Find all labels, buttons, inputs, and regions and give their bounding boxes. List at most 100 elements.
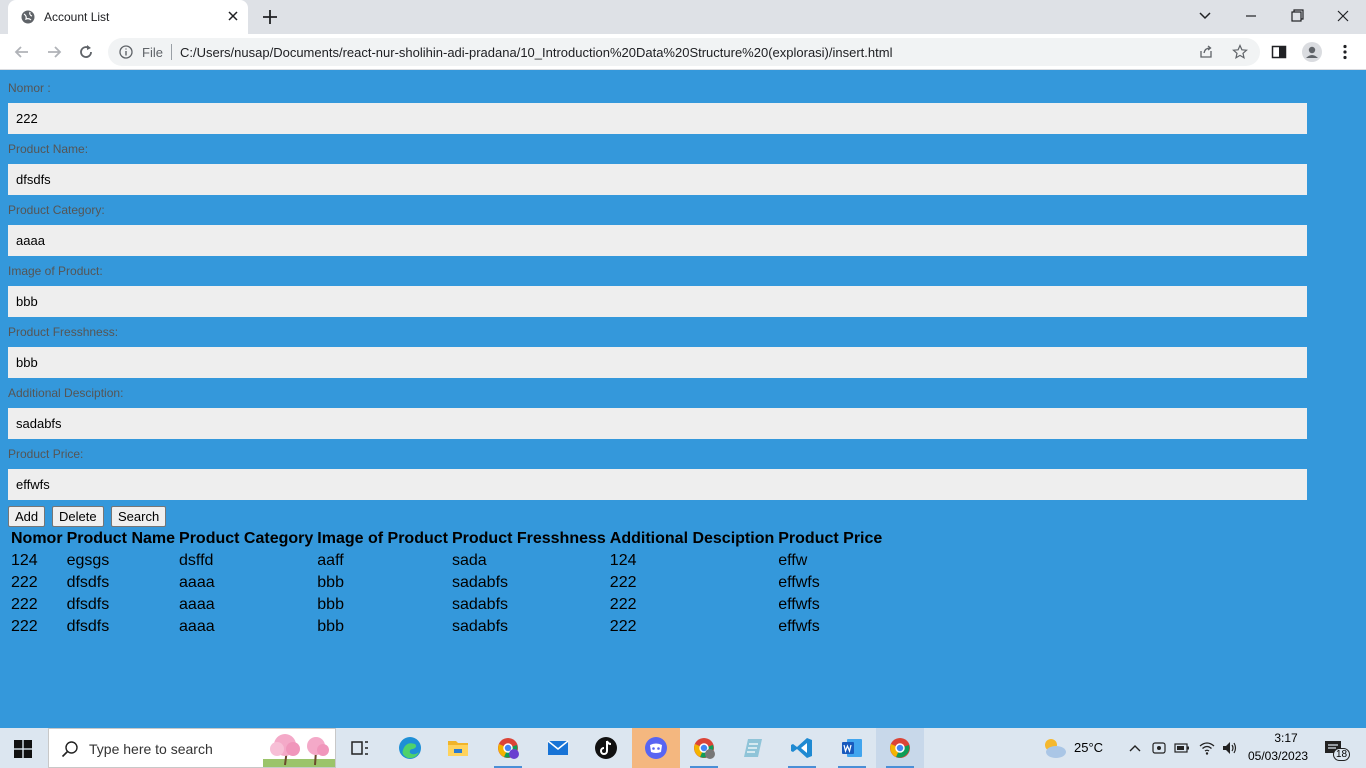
search-button[interactable]: Search [111,506,167,527]
notepad-button[interactable] [730,728,778,768]
edge-button[interactable] [386,728,434,768]
table-cell: 222 [609,618,637,635]
column-header: Product Name [66,530,176,547]
table-cell: effwfs [778,596,820,613]
side-panel-icon[interactable] [1270,43,1288,61]
search-icon [61,741,78,758]
column-header: Product Fresshness [451,530,606,547]
info-icon[interactable] [119,45,133,59]
table-cell: aaaa [179,574,215,591]
clock-time[interactable]: 3:17 [1266,731,1306,745]
discord-icon [645,737,667,759]
chrome-profile-icon [498,738,519,759]
tab-strip: Account List [0,0,1366,34]
forward-icon[interactable] [45,43,63,61]
weather-temperature[interactable]: 25°C [1074,740,1103,755]
product-freshness-input[interactable] [8,347,1307,378]
file-explorer-icon [448,741,468,756]
table-cell: bbb [317,596,344,613]
address-bar[interactable]: File C:/Users/nusap/Documents/react-nur-… [108,38,1260,66]
notification-count-badge: 18 [1333,748,1351,761]
taskbar-search-box[interactable]: Type here to search [48,728,336,768]
back-icon[interactable] [13,43,31,61]
product-category-input[interactable] [8,225,1307,256]
chrome-button[interactable] [876,728,924,768]
windows-start-icon[interactable] [14,740,32,758]
additional-description-input[interactable] [8,408,1307,439]
separator [171,44,172,60]
new-tab-icon[interactable] [261,8,279,26]
url-text[interactable]: C:/Users/nusap/Documents/react-nur-sholi… [180,45,892,60]
cherry-blossom-icon [263,734,335,767]
close-tab-icon[interactable] [225,8,241,24]
delete-button[interactable]: Delete [52,506,104,527]
menu-kebab-icon[interactable] [1336,43,1354,61]
battery-icon[interactable] [1174,740,1190,756]
table-cell: bbb [317,618,344,635]
profile-avatar-icon[interactable] [1302,42,1322,62]
bookmark-star-icon[interactable] [1232,44,1248,60]
volume-icon[interactable] [1221,740,1237,756]
clock-date[interactable]: 05/03/2023 [1248,749,1308,763]
tiktok-icon [595,737,617,759]
vscode-button[interactable] [778,728,826,768]
discord-button[interactable] [632,728,680,768]
table-cell: sadabfs [451,574,509,591]
file-label: File [142,45,163,60]
table-cell: dfsdfs [66,618,110,635]
restore-icon[interactable] [1285,6,1309,26]
weather-cloud-icon[interactable] [1040,736,1068,760]
tab-search-chevron-icon[interactable] [1193,6,1217,26]
table-cell: aaaa [179,618,215,635]
wifi-icon[interactable] [1199,740,1215,756]
add-button[interactable]: Add [8,506,46,527]
product-price-input[interactable] [8,469,1307,500]
chevron-up-icon[interactable] [1127,740,1143,756]
file-explorer-button[interactable] [434,728,482,768]
product-name-label: Product Name: [8,142,89,156]
browser-toolbar: File C:/Users/nusap/Documents/react-nur-… [0,34,1366,70]
column-header: Nomor [11,530,63,547]
minimize-icon[interactable] [1239,6,1263,26]
chrome-profile-2-button[interactable] [680,728,728,768]
mail-button[interactable] [534,728,582,768]
share-icon[interactable] [1198,44,1214,60]
reload-icon[interactable] [77,43,95,61]
task-view-button[interactable] [336,728,384,768]
table-cell: effw [778,552,808,569]
table-cell: 124 [11,552,38,569]
table-cell: bbb [317,574,344,591]
chrome-profile-button[interactable] [484,728,532,768]
browser-tab[interactable]: Account List [8,0,248,34]
table-cell: dfsdfs [66,574,110,591]
table-cell: 222 [11,574,38,591]
meet-now-icon[interactable] [1151,740,1167,756]
column-header: Additional Desciption [609,530,775,547]
table-cell: effwfs [778,574,820,591]
additional-description-label: Additional Desciption: [8,386,124,400]
notepad-icon [744,739,762,757]
search-placeholder: Type here to search [89,741,213,757]
close-window-icon[interactable] [1331,6,1355,26]
tiktok-button[interactable] [582,728,630,768]
table-row: 222 dfsdfs aaaa bbb sadabfs 222 effwfs [10,595,883,615]
table-cell: sada [451,552,487,569]
nomor-input[interactable] [8,103,1307,134]
product-name-input[interactable] [8,164,1307,195]
table-cell: 222 [11,596,38,613]
column-header: Product Price [778,530,883,547]
column-header: Product Category [179,530,314,547]
product-price-label: Product Price: [8,447,84,461]
word-button[interactable] [828,728,876,768]
table-cell: 222 [609,574,637,591]
product-freshness-label: Product Fresshness: [8,325,119,339]
table-row: 222 dfsdfs aaaa bbb sadabfs 222 effwfs [10,573,883,593]
table-cell: dfsdfs [66,596,110,613]
table-cell: sadabfs [451,596,509,613]
nomor-label: Nomor : [8,81,51,95]
table-header-row: Nomor Product Name Product Category Imag… [10,529,883,549]
table-cell: 222 [609,596,637,613]
image-of-product-input[interactable] [8,286,1307,317]
product-table: Nomor Product Name Product Category Imag… [8,527,885,639]
table-cell: 222 [11,618,38,635]
